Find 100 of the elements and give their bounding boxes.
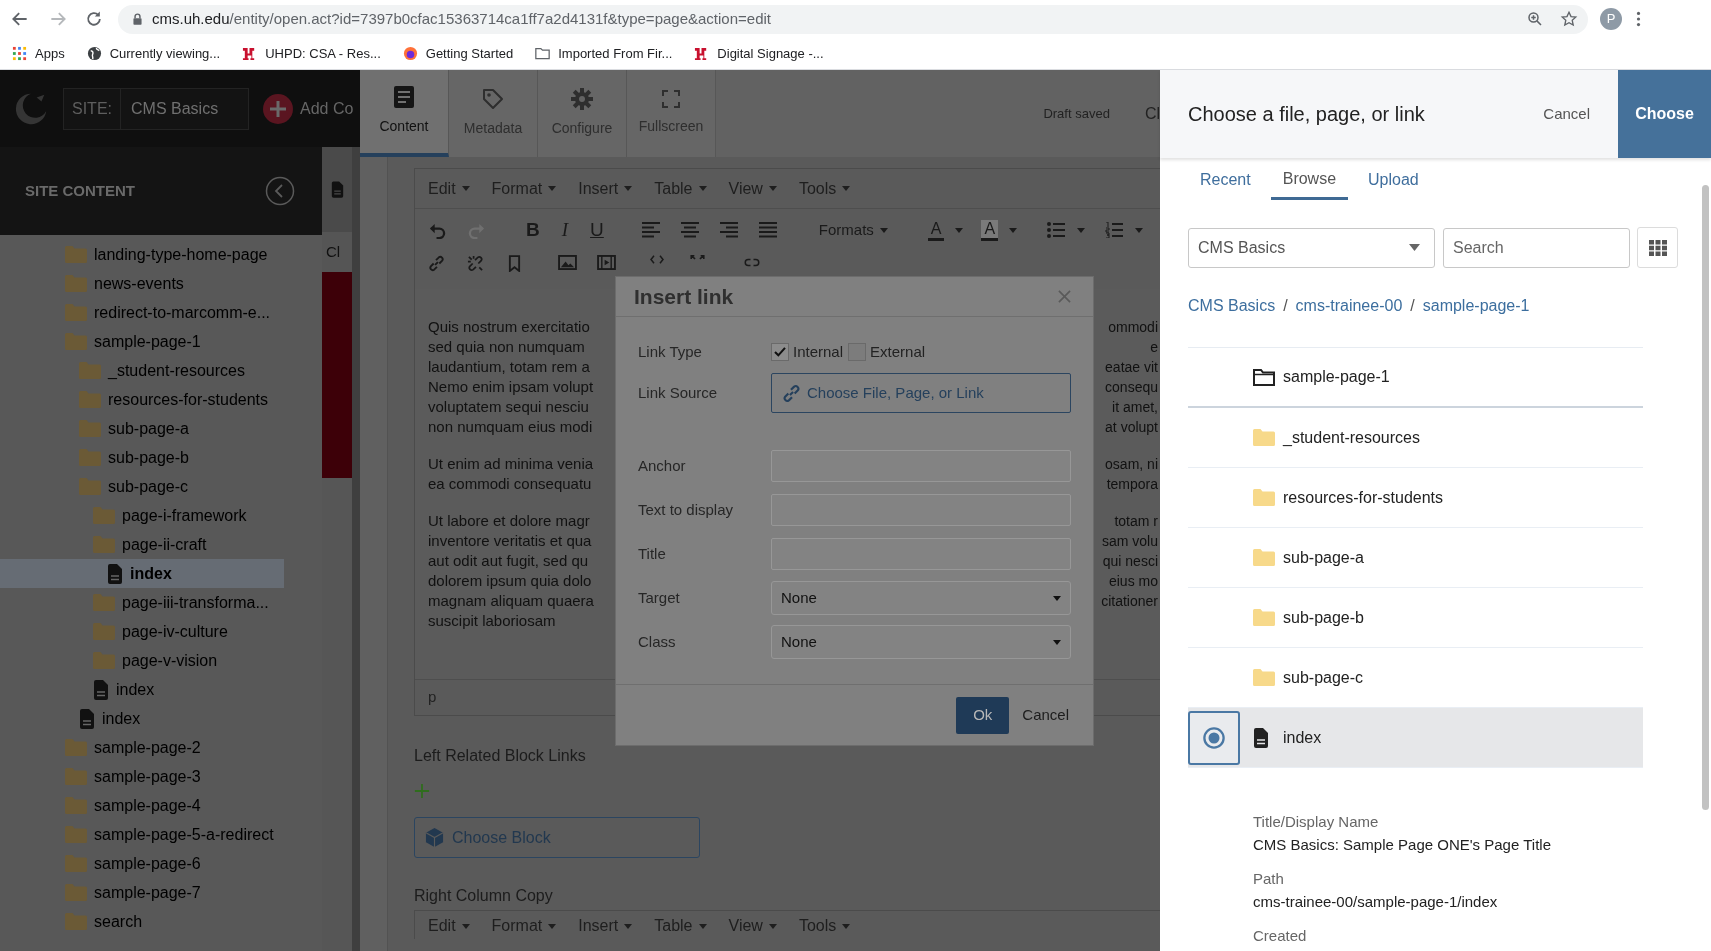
tree-item[interactable]: _student-resources bbox=[0, 356, 322, 385]
select-field[interactable]: None bbox=[771, 625, 1071, 659]
body-text: qui nesci bbox=[1102, 551, 1159, 571]
menu-item[interactable]: Table bbox=[654, 914, 707, 938]
folder-icon bbox=[65, 768, 87, 785]
tree-item[interactable]: sample-page-6 bbox=[0, 849, 322, 878]
choose-block-button[interactable]: Choose Block bbox=[414, 817, 700, 858]
list-row[interactable]: index bbox=[1188, 708, 1643, 768]
detail-label: Title/Display Name bbox=[1253, 812, 1380, 832]
bookmark-item[interactable]: Imported From Fir... bbox=[535, 43, 673, 64]
breadcrumb-link[interactable]: cms-trainee-00 bbox=[1295, 294, 1403, 318]
field-label: Title bbox=[638, 543, 667, 564]
cancel-button[interactable]: Cancel bbox=[1543, 102, 1590, 126]
tree-item[interactable]: resources-for-students bbox=[0, 385, 322, 414]
close-link[interactable]: Cl bbox=[1144, 101, 1160, 126]
bookmark-item[interactable]: Apps bbox=[12, 43, 65, 64]
tag-icon bbox=[482, 88, 504, 110]
menu-item[interactable]: Format bbox=[491, 914, 557, 938]
editor-tab[interactable]: Configure bbox=[538, 70, 627, 157]
site-selector[interactable]: SITE: CMS Basics bbox=[63, 87, 249, 130]
select-field[interactable]: None bbox=[771, 581, 1071, 615]
tree-item[interactable]: sample-page-5-a-redirect bbox=[0, 820, 322, 849]
caret-icon bbox=[624, 186, 633, 191]
folder-icon bbox=[93, 623, 115, 640]
tree-item[interactable]: sample-page-7 bbox=[0, 878, 322, 907]
formats-dropdown[interactable]: Formats bbox=[818, 218, 888, 242]
tree-item[interactable]: redirect-to-marcomm-e... bbox=[0, 298, 322, 327]
collapse-button-icon bbox=[265, 176, 295, 206]
editor-tab[interactable]: Content bbox=[360, 70, 449, 157]
add-icon bbox=[414, 783, 430, 799]
site-dropdown[interactable]: CMS Basics bbox=[1188, 227, 1435, 268]
caret-icon bbox=[842, 923, 851, 929]
add-content-button[interactable]: Add Co bbox=[263, 93, 354, 124]
tree-item[interactable]: page-v-vision bbox=[0, 646, 322, 675]
tree-item[interactable]: sample-page-1 bbox=[0, 327, 322, 356]
choose-button[interactable]: Choose bbox=[1618, 70, 1711, 158]
close-icon bbox=[1058, 290, 1071, 303]
text-color-button[interactable]: A bbox=[927, 219, 945, 241]
bookmark-item[interactable]: Getting Started bbox=[402, 43, 514, 64]
tree-item[interactable]: index bbox=[0, 559, 284, 588]
body-text: Quis nostrum exercitatio bbox=[428, 316, 590, 337]
editor-tab[interactable]: Metadata bbox=[449, 70, 538, 157]
list-row[interactable]: _student-resources bbox=[1188, 408, 1643, 468]
tree-item[interactable]: sub-page-c bbox=[0, 472, 322, 501]
tab[interactable]: Upload bbox=[1356, 160, 1431, 200]
menu-item[interactable]: Format bbox=[491, 176, 557, 201]
list-row[interactable]: sub-page-b bbox=[1188, 588, 1643, 648]
checkbox[interactable] bbox=[771, 343, 789, 361]
address-bar[interactable]: cms.uh.edu/entity/open.act?id=7397b0cfac15363714ca1ff7a2d4131f&type=page&action=edit bbox=[118, 4, 1588, 34]
bookmark-item[interactable]: Digital Signage -... bbox=[694, 43, 824, 64]
menu-item[interactable]: Tools bbox=[798, 914, 851, 938]
tree-item[interactable]: search bbox=[0, 907, 322, 936]
menu-item[interactable]: Edit bbox=[428, 914, 470, 938]
tree-item[interactable]: sample-page-4 bbox=[0, 791, 322, 820]
radio-button[interactable] bbox=[1188, 710, 1240, 765]
folder-icon bbox=[65, 797, 87, 814]
choose-source-button[interactable]: Choose File, Page, or Link bbox=[771, 373, 1071, 413]
tree-item[interactable]: page-i-framework bbox=[0, 501, 322, 530]
section-label: Right Column Copy bbox=[414, 886, 554, 906]
menu-item[interactable]: Edit bbox=[428, 176, 470, 201]
menu-item[interactable]: Tools bbox=[798, 176, 851, 201]
menu-item[interactable]: Insert bbox=[578, 176, 633, 201]
underline-button[interactable]: U bbox=[590, 215, 604, 245]
cancel-button[interactable]: Cancel bbox=[1022, 704, 1069, 727]
bookmark-item[interactable]: UHPD: CSA - Res... bbox=[242, 43, 381, 64]
menu-item[interactable]: Table bbox=[654, 176, 707, 201]
tab[interactable]: Browse bbox=[1270, 160, 1349, 200]
tree-item[interactable]: sample-page-2 bbox=[0, 733, 322, 762]
breadcrumb-link[interactable]: CMS Basics bbox=[1188, 294, 1276, 318]
tree-item[interactable]: page-ii-craft bbox=[0, 530, 322, 559]
tab[interactable]: Recent bbox=[1188, 160, 1263, 200]
bookmark-item[interactable]: Currently viewing... bbox=[86, 43, 221, 64]
tree-item[interactable]: news-events bbox=[0, 269, 322, 298]
tree-item[interactable]: sample-page-3 bbox=[0, 762, 322, 791]
menu-item[interactable]: View bbox=[728, 914, 777, 938]
tree-item[interactable]: sub-page-a bbox=[0, 414, 322, 443]
folder-icon bbox=[93, 507, 115, 524]
list-row[interactable]: sub-page-a bbox=[1188, 528, 1643, 588]
breadcrumb-link[interactable]: sample-page-1 bbox=[1422, 294, 1530, 318]
tree-item[interactable]: sub-page-b bbox=[0, 443, 322, 472]
editor-tab[interactable]: Fullscreen bbox=[627, 70, 716, 157]
list-row[interactable]: resources-for-students bbox=[1188, 468, 1643, 528]
tree-item[interactable]: landing-type-home-page bbox=[0, 240, 322, 269]
tree-item[interactable]: page-iii-transforma... bbox=[0, 588, 322, 617]
grid-view-button[interactable] bbox=[1637, 227, 1678, 268]
tree-item[interactable]: index bbox=[0, 704, 322, 733]
bold-button[interactable]: B bbox=[526, 215, 540, 245]
search-field[interactable]: Search bbox=[1443, 227, 1630, 268]
detail-value: CMS Basics: Sample Page ONE's Page Title bbox=[1253, 835, 1552, 855]
italic-button[interactable]: I bbox=[561, 215, 569, 245]
menu-item[interactable]: Insert bbox=[578, 914, 633, 938]
scrollbar[interactable] bbox=[1702, 185, 1709, 810]
tree-item[interactable]: index bbox=[0, 675, 322, 704]
background-color-button[interactable]: A bbox=[981, 219, 999, 241]
menu-item[interactable]: View bbox=[728, 176, 777, 201]
list-row[interactable]: sample-page-1 bbox=[1188, 348, 1643, 408]
folder-icon bbox=[65, 739, 87, 756]
ok-button[interactable]: Ok bbox=[956, 697, 1010, 734]
profile-avatar[interactable]: P bbox=[1600, 8, 1622, 30]
tree-item[interactable]: page-iv-culture bbox=[0, 617, 322, 646]
